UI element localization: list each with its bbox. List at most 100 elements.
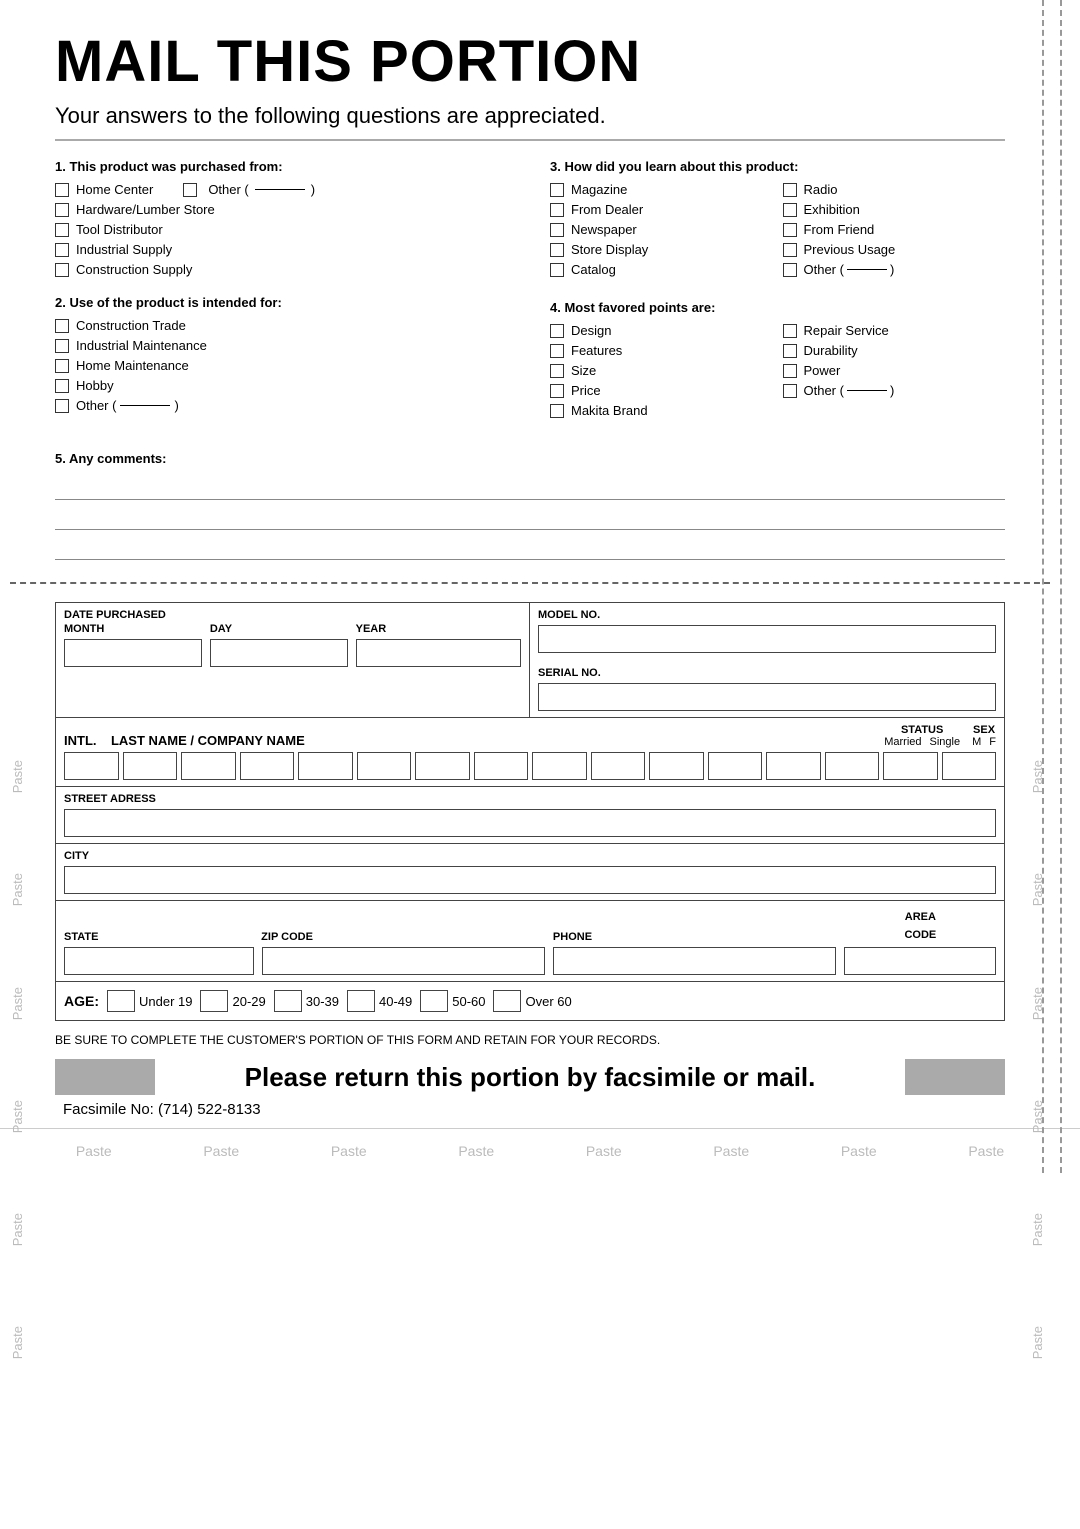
q4-checkbox-0[interactable] (550, 324, 564, 338)
q3-other-checkbox-r4[interactable] (783, 263, 797, 277)
q3-label-3: Store Display (571, 242, 648, 257)
status-title: STATUS (884, 724, 960, 736)
name-input-9[interactable] (532, 752, 587, 780)
q3-item-r2: From Friend (783, 222, 1006, 237)
q3-checkbox-1[interactable] (550, 203, 564, 217)
q2-checkbox-4[interactable] (55, 399, 69, 413)
q1-checkbox-4[interactable] (55, 263, 69, 277)
state-input[interactable] (64, 947, 254, 975)
month-input[interactable] (64, 639, 202, 667)
name-input-f[interactable] (942, 752, 997, 780)
side-paste-right-6: Paste (1030, 1326, 1045, 1359)
name-input-10[interactable] (591, 752, 646, 780)
gray-block-left (55, 1059, 155, 1095)
name-input-single[interactable] (825, 752, 880, 780)
q3-title: 3. How did you learn about this product: (550, 159, 1005, 174)
q1-checkbox-0[interactable] (55, 183, 69, 197)
bottom-paste-7: Paste (841, 1143, 877, 1159)
q1-other-checkbox[interactable] (183, 183, 197, 197)
name-input-6[interactable] (357, 752, 412, 780)
q3-checkbox-2[interactable] (550, 223, 564, 237)
q1-item-2: Tool Distributor (55, 222, 510, 237)
bottom-paste-row: Paste Paste Paste Paste Paste Paste Past… (0, 1128, 1080, 1173)
serial-no-input[interactable] (538, 683, 996, 711)
zip-input[interactable] (262, 947, 545, 975)
name-input-8[interactable] (474, 752, 529, 780)
name-row-header: INTL. LAST NAME / COMPANY NAME STATUS Ma… (64, 724, 996, 748)
age-over60-checkbox[interactable] (493, 990, 521, 1012)
q3-checkbox-r3[interactable] (783, 243, 797, 257)
year-input[interactable] (356, 639, 521, 667)
q2-checkbox-3[interactable] (55, 379, 69, 393)
name-input-married[interactable] (766, 752, 821, 780)
q4-label-3: Price (571, 383, 601, 398)
name-boxes (64, 752, 996, 780)
side-paste-left-6: Paste (10, 1326, 25, 1359)
city-input[interactable] (64, 866, 996, 894)
q4-checkbox-1[interactable] (550, 344, 564, 358)
q3-label-2: Newspaper (571, 222, 637, 237)
name-label: LAST NAME / COMPANY NAME (111, 733, 305, 748)
age-under19-checkbox[interactable] (107, 990, 135, 1012)
day-input[interactable] (210, 639, 348, 667)
phone-input[interactable] (553, 947, 836, 975)
month-day-year: MONTH DAY YEAR (64, 623, 521, 635)
q1-checkbox-2[interactable] (55, 223, 69, 237)
q1-checkbox-3[interactable] (55, 243, 69, 257)
q4-checkbox-4[interactable] (550, 404, 564, 418)
q4-checkbox-2[interactable] (550, 364, 564, 378)
street-input[interactable] (64, 809, 996, 837)
q1-item-0: Home Center Other ( ) (55, 182, 510, 197)
name-input-11[interactable] (649, 752, 704, 780)
q4-checkbox-r1[interactable] (783, 344, 797, 358)
szp-boxes (64, 947, 996, 975)
sex-title: SEX (972, 724, 996, 736)
name-input-12[interactable] (708, 752, 763, 780)
name-input-m[interactable] (883, 752, 938, 780)
q4-other-checkbox-r3[interactable] (783, 384, 797, 398)
q3-checkbox-3[interactable] (550, 243, 564, 257)
q1-section: 1. This product was purchased from: Home… (55, 159, 510, 277)
married-label: Married (884, 736, 921, 748)
q3-checkbox-r0[interactable] (783, 183, 797, 197)
q2-checkbox-1[interactable] (55, 339, 69, 353)
age-2029-checkbox[interactable] (200, 990, 228, 1012)
area-input[interactable] (844, 947, 996, 975)
q1-item-1: Hardware/Lumber Store (55, 202, 510, 217)
name-input-5[interactable] (298, 752, 353, 780)
married-single: Married Single (884, 736, 960, 748)
q3-checkbox-0[interactable] (550, 183, 564, 197)
q3-checkbox-r1[interactable] (783, 203, 797, 217)
q4-checkbox-r0[interactable] (783, 324, 797, 338)
q1-checkbox-1[interactable] (55, 203, 69, 217)
q3-checkbox-4[interactable] (550, 263, 564, 277)
q3-item-r1: Exhibition (783, 202, 1006, 217)
name-input-1[interactable] (64, 752, 119, 780)
q4-checkbox-r2[interactable] (783, 364, 797, 378)
month-label: MONTH (64, 623, 202, 635)
q3-checkbox-r2[interactable] (783, 223, 797, 237)
bottom-paste-3: Paste (331, 1143, 367, 1159)
q2-checkbox-2[interactable] (55, 359, 69, 373)
name-input-4[interactable] (240, 752, 295, 780)
q2-checkbox-0[interactable] (55, 319, 69, 333)
subtitle: Your answers to the following questions … (55, 103, 1005, 141)
q4-checkbox-3[interactable] (550, 384, 564, 398)
q1-label-3: Industrial Supply (76, 242, 172, 257)
name-input-3[interactable] (181, 752, 236, 780)
name-input-2[interactable] (123, 752, 178, 780)
model-no-input[interactable] (538, 625, 996, 653)
main-title: MAIL THIS PORTION (55, 28, 1005, 95)
age-3039-checkbox[interactable] (274, 990, 302, 1012)
age-4049-checkbox[interactable] (347, 990, 375, 1012)
side-paste-left-3: Paste (10, 987, 25, 1020)
q3-label-r3: Previous Usage (804, 242, 896, 257)
name-input-7[interactable] (415, 752, 470, 780)
city-label: CITY (64, 850, 996, 862)
bottom-paste-5: Paste (586, 1143, 622, 1159)
q4-label-0: Design (571, 323, 611, 338)
q1-other-close: ) (311, 182, 315, 197)
age-group-4: 40-49 (347, 990, 412, 1012)
questions-grid: 1. This product was purchased from: Home… (55, 159, 1005, 441)
age-5060-checkbox[interactable] (420, 990, 448, 1012)
